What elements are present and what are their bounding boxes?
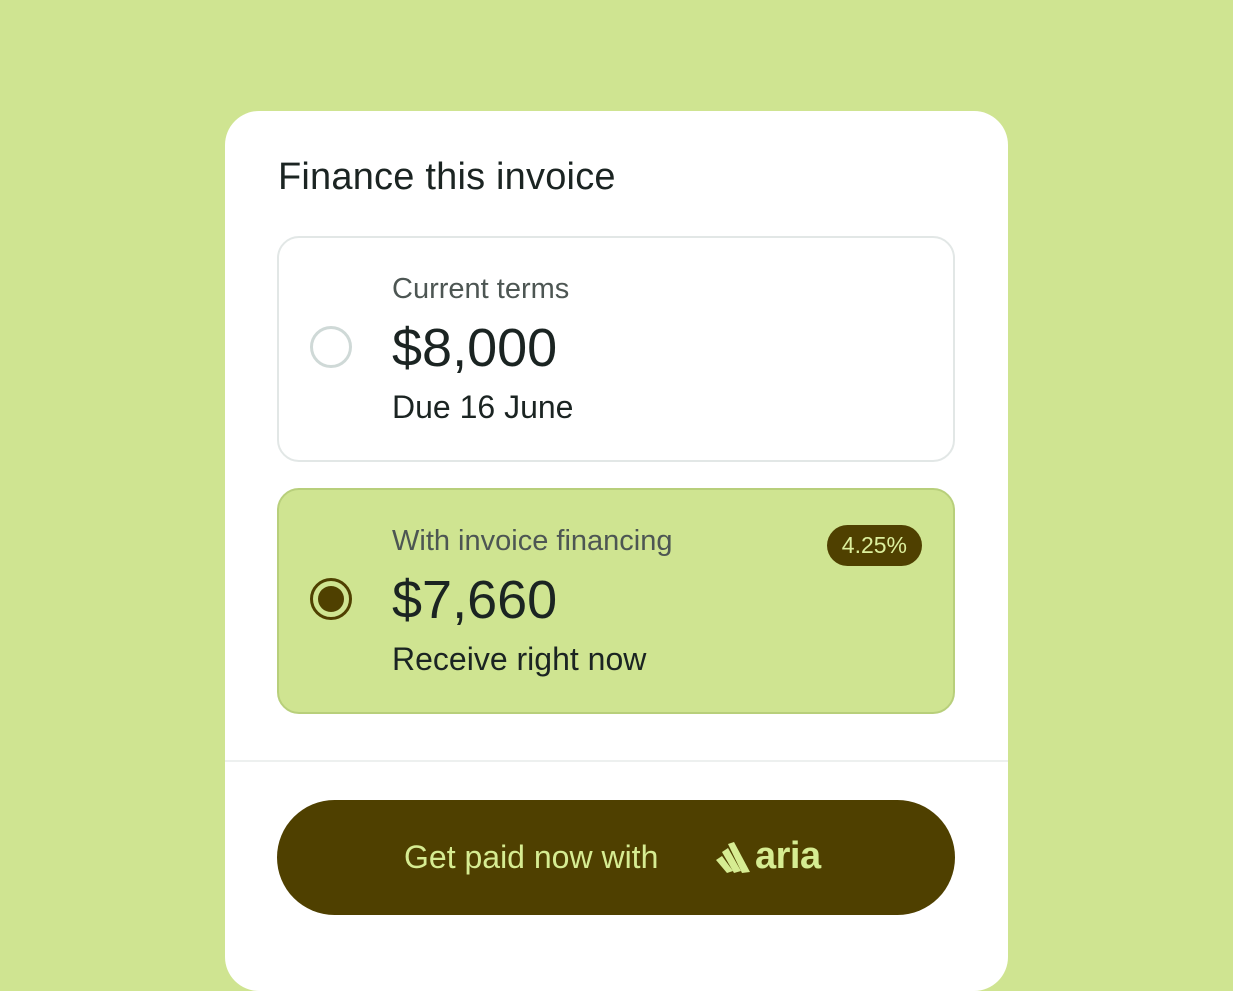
get-paid-now-button[interactable]: Get paid now with aria bbox=[277, 800, 955, 915]
option-invoice-financing[interactable]: With invoice financing $7,660 Receive ri… bbox=[277, 488, 955, 714]
radio-unselected-icon[interactable] bbox=[310, 326, 352, 368]
option-amount: $8,000 bbox=[392, 318, 558, 378]
option-amount: $7,660 bbox=[392, 570, 558, 630]
option-current-terms[interactable]: Current terms $8,000 Due 16 June bbox=[277, 236, 955, 462]
aria-logo-icon bbox=[716, 842, 750, 873]
rate-badge: 4.25% bbox=[826, 525, 922, 566]
card-title: Finance this invoice bbox=[278, 156, 616, 198]
option-label: With invoice financing bbox=[392, 525, 673, 557]
option-subtext: Due 16 June bbox=[392, 389, 574, 425]
radio-dot bbox=[318, 586, 344, 612]
divider bbox=[225, 760, 1008, 762]
radio-selected-icon[interactable] bbox=[310, 578, 352, 620]
option-subtext: Receive right now bbox=[392, 641, 647, 677]
aria-brand-name: aria bbox=[755, 835, 821, 877]
cta-label: Get paid now with bbox=[404, 839, 659, 875]
option-label: Current terms bbox=[392, 273, 570, 305]
finance-invoice-card: Finance this invoice Current terms $8,00… bbox=[225, 111, 1008, 991]
